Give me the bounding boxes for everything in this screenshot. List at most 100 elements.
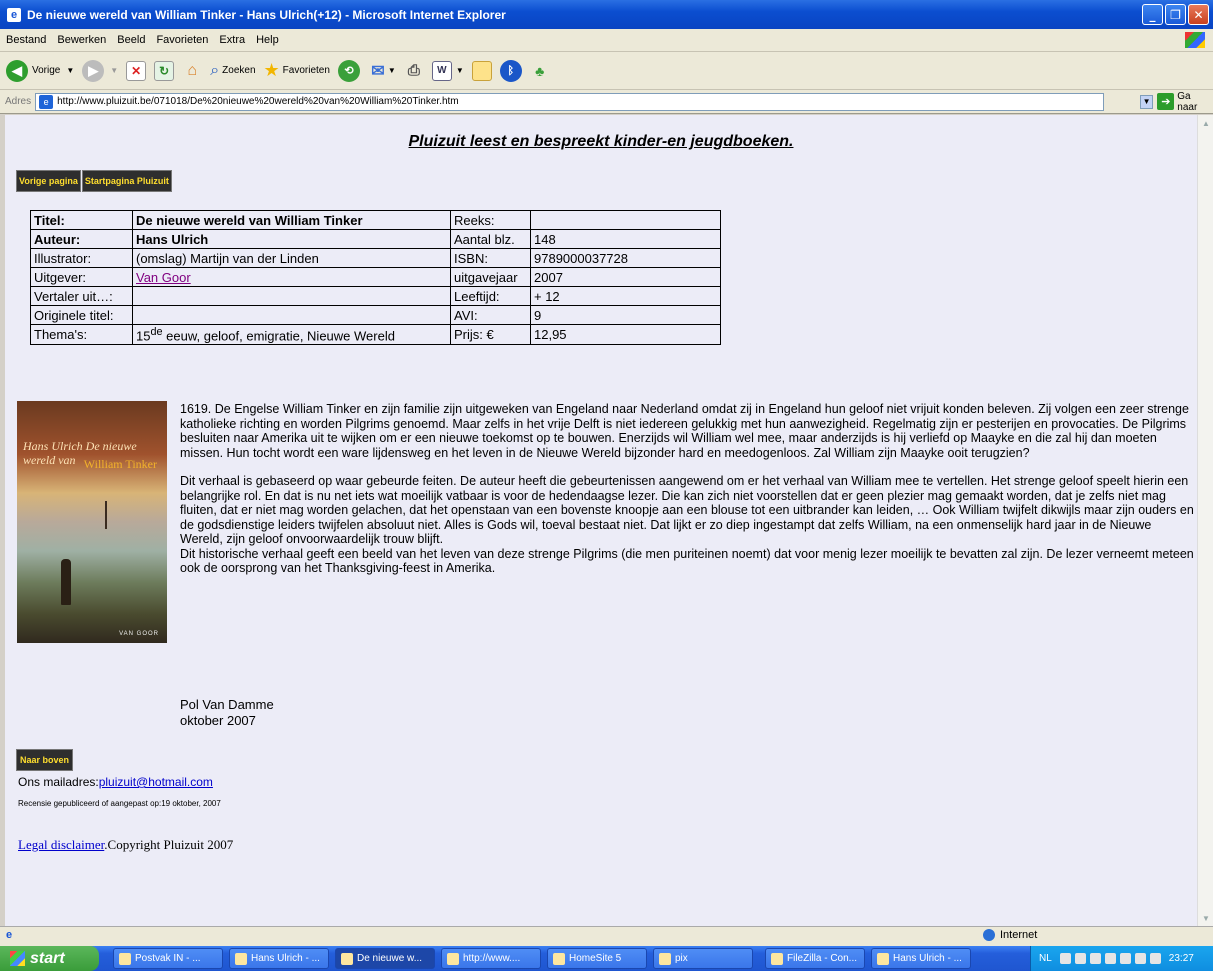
scroll-up-icon[interactable]: ▲ [1199,115,1213,131]
chevron-down-icon[interactable]: ▼ [110,66,118,75]
zone-label: Internet [1000,929,1038,941]
back-button[interactable]: ◀ Vorige ▼ [6,59,74,82]
table-cell: Leeftijd: [450,286,531,306]
tray-icon[interactable] [1089,953,1101,964]
table-cell: Thema's: [30,323,133,346]
chevron-down-icon[interactable]: ▼ [66,66,74,75]
menu-beeld[interactable]: Beeld [117,34,145,46]
address-input[interactable]: e http://www.pluizuit.be/071018/De%20nie… [35,92,1104,111]
tray-icon[interactable] [1104,953,1116,964]
home-icon[interactable]: ⌂ [182,61,202,81]
outlook-icon [119,952,131,965]
scroll-down-icon[interactable]: ▼ [1199,910,1213,926]
tray-icon[interactable] [1059,953,1071,964]
stop-icon[interactable]: ✕ [126,60,147,81]
taskbar-item-label: FileZilla - Con... [787,953,858,964]
menu-favorieten[interactable]: Favorieten [156,34,208,46]
close-button[interactable]: ✕ [1188,4,1209,25]
cover-title-a: De nieuwe [85,439,137,453]
table-cell [132,286,451,306]
folder-icon[interactable] [471,60,492,81]
tray-icon[interactable] [1119,953,1131,964]
favorites-label: Favorieten [282,65,330,76]
taskbar-item[interactable]: pix [653,948,753,969]
chevron-down-icon[interactable]: ▼ [456,66,464,75]
table-cell: Uitgever: [30,267,133,287]
taskbar-item[interactable]: Postvak IN - ... [113,948,223,969]
taskbar-item[interactable]: Hans Ulrich - ... [871,948,971,969]
publisher-link[interactable]: Van Goor [136,270,191,285]
home-page-button[interactable]: Startpagina Pluizuit [81,170,172,192]
menu-extra[interactable]: Extra [219,34,245,46]
go-button[interactable]: ➔ Ga naar [1157,91,1213,113]
taskbar-item-label: http://www.... [463,953,521,964]
language-indicator[interactable]: NL [1039,953,1052,964]
tray-icon[interactable] [1074,953,1086,964]
search-button[interactable]: ⌕ Zoeken [210,62,255,80]
title-bar[interactable]: e De nieuwe wereld van William Tinker - … [0,0,1213,29]
table-cell: Originele titel: [30,305,133,325]
table-row: Titel: De nieuwe wereld van William Tink… [30,210,721,230]
forward-button[interactable]: ▶ ▼ [82,59,118,82]
table-cell: AVI: [450,305,531,325]
table-cell: 12,95 [530,323,721,346]
maximize-button[interactable]: ❐ [1165,4,1186,25]
mail-link[interactable]: pluizuit@hotmail.com [99,775,213,789]
theme-ordinal: 15 [136,328,151,344]
tray-icon[interactable] [1149,953,1161,964]
ie-icon: e [7,7,21,22]
minimize-button[interactable]: _ [1142,4,1163,25]
history-icon[interactable]: ⟲ [337,59,360,82]
cover-author: Hans Ulrich [23,439,83,453]
figure-illustration [61,559,71,605]
page-icon: e [39,94,54,109]
table-cell: 15de eeuw, geloof, emigratie, Nieuwe Wer… [132,323,451,346]
security-zone: Internet [983,929,1037,941]
chevron-down-icon[interactable]: ▼ [388,66,396,75]
refresh-icon[interactable]: ↻ [154,60,175,81]
published-note: Recensie gepubliceerd of aangepast op:19… [18,799,221,808]
table-cell: 148 [530,229,721,249]
menu-bewerken[interactable]: Bewerken [57,34,106,46]
print-icon[interactable]: ⎙ [404,61,424,81]
favorites-button[interactable]: ★ Favorieten [264,60,330,81]
bluetooth-icon[interactable]: ᛒ [499,59,522,82]
table-cell: (omslag) Martijn van der Linden [132,248,451,268]
tray-icon[interactable] [1134,953,1146,964]
review-paragraph: Dit verhaal is gebaseerd op waar gebeurd… [180,474,1194,546]
windows-logo-icon [10,951,25,966]
table-cell: + 12 [530,286,721,306]
taskbar-item[interactable]: HomeSite 5 [547,948,647,969]
taskbar-item[interactable]: De nieuwe w... [335,948,435,969]
start-button[interactable]: start [0,946,99,971]
star-icon: ★ [263,60,280,80]
table-cell [530,210,721,230]
taskbar-item[interactable]: http://www.... [441,948,541,969]
page-content: Pluizuit leest en bespreekt kinder-en je… [5,115,1197,926]
taskbar-item[interactable]: FileZilla - Con... [765,948,865,969]
table-cell: Auteur: [30,229,133,249]
taskbar-item-label: Postvak IN - ... [135,953,201,964]
previous-page-button[interactable]: Vorige pagina [16,170,81,192]
vertical-scrollbar[interactable]: ▲ ▼ [1197,115,1213,926]
system-tray: NL 23:27 [1030,946,1213,971]
mail-icon[interactable]: ✉ [368,61,388,81]
messenger-icon[interactable]: ♣ [530,61,550,81]
search-label: Zoeken [222,65,256,76]
taskbar-item[interactable]: Hans Ulrich - ... [229,948,329,969]
tray-icons [1059,953,1161,964]
go-arrow-icon: ➔ [1157,93,1175,110]
word-icon[interactable]: W [431,60,452,81]
menu-help[interactable]: Help [256,34,279,46]
table-cell: Vertaler uit…: [30,286,133,306]
table-row: Illustrator: (omslag) Martijn van der Li… [30,248,721,268]
ship-illustration [105,501,133,529]
menu-bestand[interactable]: Bestand [6,34,46,46]
taskbar-item-label: pix [675,953,688,964]
legal-disclaimer-link[interactable]: Legal disclaimer [18,837,104,852]
clock[interactable]: 23:27 [1169,953,1194,964]
table-cell: ISBN: [450,248,531,268]
address-dropdown-icon[interactable]: ▼ [1139,94,1154,109]
table-cell: 9 [530,305,721,325]
back-to-top-button[interactable]: Naar boven [16,749,74,771]
